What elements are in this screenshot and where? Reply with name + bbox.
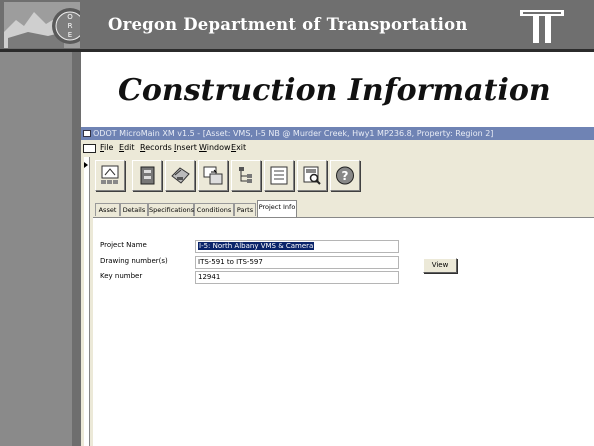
form-view-button[interactable] <box>95 160 125 191</box>
key-number-field[interactable]: 12941 <box>195 271 399 284</box>
menu-bar: File Edit Records Insert Window Exit <box>81 141 594 155</box>
drawing-numbers-value: ITS-591 to ITS-597 <box>198 258 263 266</box>
book-icon <box>140 166 155 185</box>
menu-records[interactable]: Records <box>140 141 172 155</box>
tab-project-info[interactable]: Project Info <box>257 200 297 217</box>
micromain-window: ODOT MicroMain XM v1.5 - [Asset: VMS, I-… <box>81 127 594 446</box>
tab-asset[interactable]: Asset <box>95 203 120 216</box>
menu-insert[interactable]: Insert <box>174 141 197 155</box>
record-tabs: Asset Details Specifications Conditions … <box>95 200 495 217</box>
svg-text:?: ? <box>342 169 349 183</box>
svg-text:E: E <box>68 31 72 39</box>
header-banner: O R E Oregon Department of Transportatio… <box>0 0 594 52</box>
left-frame-strip <box>0 0 81 446</box>
project-name-value: I-5: North Albany VMS & Camera <box>198 242 315 250</box>
document-icon <box>83 144 96 153</box>
list-icon <box>270 166 288 185</box>
view-button[interactable]: View <box>423 258 457 273</box>
key-number-value: 12941 <box>198 273 221 281</box>
svg-text:O: O <box>67 13 73 21</box>
toolbar: ? <box>95 160 395 196</box>
export-icon <box>203 166 223 185</box>
help-button[interactable]: ? <box>330 160 360 191</box>
export-button[interactable] <box>198 160 228 191</box>
print-button[interactable] <box>165 160 195 191</box>
list-button[interactable] <box>264 160 294 191</box>
menu-file[interactable]: File <box>100 141 113 155</box>
slide-title: Construction Information <box>118 73 551 108</box>
odot-logo-icon <box>517 6 567 46</box>
oregon-seal-logo: O R E <box>4 2 80 48</box>
hierarchy-button[interactable] <box>231 160 261 191</box>
window-title: ODOT MicroMain XM v1.5 - [Asset: VMS, I-… <box>93 129 494 138</box>
hierarchy-icon <box>239 167 252 183</box>
report-button[interactable] <box>297 160 327 191</box>
tab-details[interactable]: Details <box>120 203 148 216</box>
project-name-label: Project Name <box>100 241 147 249</box>
menu-edit[interactable]: Edit <box>119 141 135 155</box>
organization-title: Oregon Department of Transportation <box>108 15 468 34</box>
tab-parts[interactable]: Parts <box>234 203 256 216</box>
book-button[interactable] <box>132 160 162 191</box>
project-info-panel: Project Name I-5: North Albany VMS & Cam… <box>93 217 594 446</box>
window-title-bar: ODOT MicroMain XM v1.5 - [Asset: VMS, I-… <box>81 127 594 140</box>
tab-conditions[interactable]: Conditions <box>194 203 234 216</box>
menu-exit[interactable]: Exit <box>231 141 246 155</box>
current-record-marker-icon <box>84 162 88 168</box>
drawing-numbers-field[interactable]: ITS-591 to ITS-597 <box>195 256 399 269</box>
window-icon <box>83 130 91 137</box>
report-icon <box>303 166 321 185</box>
svg-text:R: R <box>68 22 73 30</box>
menu-window[interactable]: Window <box>199 141 231 155</box>
project-name-field[interactable]: I-5: North Albany VMS & Camera <box>195 240 399 253</box>
record-selector-pane <box>84 157 90 446</box>
printer-icon <box>171 167 190 184</box>
drawing-numbers-label: Drawing number(s) <box>100 257 168 265</box>
help-icon: ? <box>336 166 354 185</box>
left-frame-inner-strip <box>72 52 81 446</box>
tab-specifications[interactable]: Specifications <box>148 203 194 216</box>
key-number-label: Key number <box>100 272 143 280</box>
form-view-icon <box>101 165 119 184</box>
